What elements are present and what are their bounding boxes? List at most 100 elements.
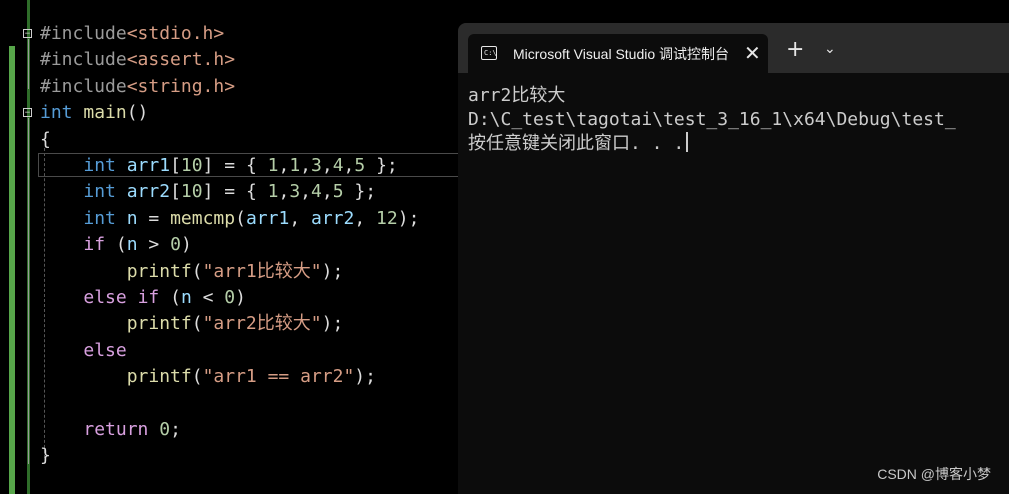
console-line: 按任意键关闭此窗口. . . xyxy=(468,132,1009,156)
new-tab-button[interactable]: + xyxy=(786,39,804,61)
code-token: 5 xyxy=(354,155,366,176)
code-token: 10 xyxy=(180,181,203,203)
code-line[interactable]: printf("arr2比较大"); xyxy=(40,311,344,337)
fold-line xyxy=(28,118,29,464)
code-token: arr2 xyxy=(126,181,171,203)
code-token: ( xyxy=(191,313,203,335)
code-token: if xyxy=(83,234,106,256)
window-titlebar[interactable]: C:\ Microsoft Visual Studio 调试控制台 ✕ + ⌄ xyxy=(458,23,1009,73)
code-token: n xyxy=(126,207,138,229)
code-token: , xyxy=(321,181,333,203)
code-token: ( xyxy=(191,366,203,388)
text-cursor xyxy=(686,132,689,152)
code-line[interactable]: } xyxy=(40,443,51,469)
code-token: int xyxy=(40,102,73,124)
console-icon-label: C:\ xyxy=(484,49,497,57)
code-token: "arr1 == arr2" xyxy=(202,366,355,388)
code-token: ); xyxy=(397,207,420,229)
close-icon[interactable]: ✕ xyxy=(744,41,761,65)
code-token: 1 xyxy=(267,155,279,176)
code-token: arr1 xyxy=(245,207,290,229)
code-token: , xyxy=(300,181,312,203)
code-token: , xyxy=(289,207,311,229)
code-line[interactable]: printf("arr1 == arr2"); xyxy=(40,364,376,390)
fold-toggle-icon[interactable]: − xyxy=(23,108,32,118)
code-token: <assert.h> xyxy=(126,49,236,71)
code-token: n xyxy=(126,234,138,256)
code-line[interactable]: return 0; xyxy=(40,417,181,443)
code-line[interactable]: #include<assert.h> xyxy=(40,47,235,73)
code-token: <string.h> xyxy=(126,75,236,97)
code-line[interactable]: if (n > 0) xyxy=(40,232,192,258)
code-token: else xyxy=(83,339,127,361)
code-line[interactable]: printf("arr1比较大"); xyxy=(40,259,344,285)
code-line[interactable]: int n = memcmp(arr1, arr2, 12); xyxy=(40,206,419,232)
console-line: D:\C_test\tagotai\test_3_16_1\x64\Debug\… xyxy=(468,109,956,130)
code-editor[interactable]: − − #include<stdio.h> #include<assert.h> #… xyxy=(0,0,458,494)
code-token: }; xyxy=(365,155,398,176)
code-token: ( xyxy=(235,207,246,229)
code-token: = xyxy=(137,207,171,229)
code-token: 12 xyxy=(376,207,398,229)
code-token: <stdio.h> xyxy=(126,23,225,44)
code-token: , xyxy=(300,155,312,176)
debug-console-window[interactable]: C:\ Microsoft Visual Studio 调试控制台 ✕ + ⌄ … xyxy=(458,23,1009,494)
console-icon: C:\ xyxy=(481,46,497,60)
code-token: ); xyxy=(321,260,344,282)
code-token: main xyxy=(83,102,127,124)
code-token: ) xyxy=(180,234,192,256)
code-token: ] = { xyxy=(202,181,268,203)
code-line[interactable]: int arr2[10] = { 1,3,4,5 }; xyxy=(40,179,376,205)
change-indicator-bar xyxy=(9,46,15,494)
code-token: [ xyxy=(170,181,181,203)
code-token: int xyxy=(83,155,116,176)
code-token: ] = { xyxy=(202,155,268,176)
code-line[interactable]: int main() xyxy=(40,100,148,126)
chevron-down-icon[interactable]: ⌄ xyxy=(824,41,836,57)
code-token: }; xyxy=(343,181,377,203)
code-token: #include xyxy=(40,23,127,44)
code-token: printf xyxy=(126,313,192,335)
console-output[interactable]: arr2比较大 D:\C_test\tagotai\test_3_16_1\x6… xyxy=(468,84,1009,156)
console-line: arr2比较大 xyxy=(468,85,566,106)
code-token: 1 xyxy=(289,155,301,176)
code-token: ); xyxy=(321,313,344,335)
code-token: ); xyxy=(354,366,376,388)
code-line[interactable]: { xyxy=(40,127,51,153)
code-token: 4 xyxy=(332,155,344,176)
code-line[interactable]: #include<stdio.h> xyxy=(40,21,224,47)
code-token: ( xyxy=(191,260,203,282)
code-token: int xyxy=(83,181,116,203)
code-token: ) xyxy=(235,287,246,308)
code-token: 1 xyxy=(267,181,279,203)
code-token: , xyxy=(321,155,333,176)
code-token: 5 xyxy=(332,181,344,203)
code-token: > xyxy=(137,234,171,256)
console-tab[interactable]: C:\ Microsoft Visual Studio 调试控制台 ✕ xyxy=(468,34,768,73)
code-line[interactable]: #include<string.h> xyxy=(40,74,235,100)
code-line[interactable]: int arr1[10] = { 1,1,3,4,5 }; xyxy=(40,153,398,179)
fold-toggle-icon[interactable]: − xyxy=(23,29,32,39)
code-token: 3 xyxy=(289,181,301,203)
code-token: "arr2比较大" xyxy=(202,313,322,335)
code-line[interactable]: else if (n < 0) xyxy=(40,285,246,311)
code-line[interactable]: else xyxy=(40,338,127,364)
code-token: < xyxy=(191,287,225,308)
code-token: #include xyxy=(40,75,127,97)
code-token: arr2 xyxy=(311,207,355,229)
